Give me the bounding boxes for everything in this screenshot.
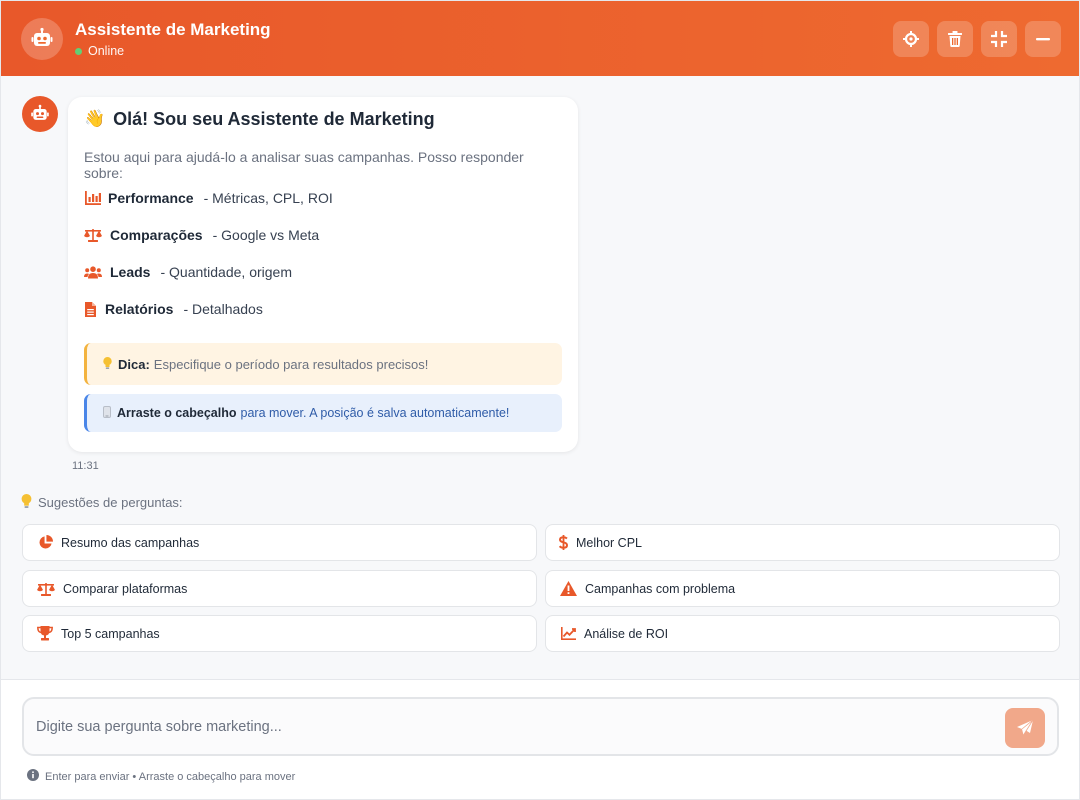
robot-avatar — [21, 17, 63, 60]
dollar-icon — [558, 535, 568, 551]
balance-scale-icon — [37, 581, 55, 597]
trash-icon — [948, 30, 962, 47]
compress-icon — [991, 30, 1007, 47]
line-chart-icon — [560, 626, 576, 642]
phone-icon — [103, 405, 111, 421]
warning-icon — [560, 581, 577, 597]
bar-chart-icon — [84, 189, 102, 207]
trophy-icon — [37, 626, 53, 642]
topic-reports: Relatórios - Detalhados — [84, 299, 263, 319]
chat-header[interactable]: Assistente de Marketing Online — [1, 1, 1079, 76]
tip-callout: Dica: Especifique o período para resulta… — [84, 343, 562, 385]
status-text: Online — [88, 44, 125, 58]
suggestion-problem-campaigns[interactable]: Campanhas com problema — [545, 570, 1060, 607]
status-indicator: Online — [75, 44, 271, 58]
suggestion-label: Resumo das campanhas — [61, 535, 200, 550]
message-intro: Estou aqui para ajudá-lo a analisar suas… — [84, 149, 524, 181]
topic-desc: - Quantidade, origem — [160, 264, 292, 280]
suggestion-roi-analysis[interactable]: Análise de ROI — [545, 615, 1060, 652]
tip-text: Especifique o período para resultados pr… — [153, 356, 429, 372]
chat-window: Assistente de Marketing Online 👋 Olá! So… — [0, 0, 1080, 800]
suggestion-label: Melhor CPL — [576, 535, 642, 550]
wave-emoji-icon: 👋 — [84, 109, 106, 128]
suggestion-label: Comparar plataformas — [63, 581, 188, 596]
suggestion-label: Top 5 campanhas — [61, 626, 160, 641]
suggestion-best-cpl[interactable]: Melhor CPL — [545, 524, 1060, 561]
online-dot-icon — [75, 47, 82, 55]
minus-icon — [1036, 37, 1050, 40]
message-input-wrapper — [22, 697, 1059, 756]
topic-desc: - Google vs Meta — [212, 227, 320, 243]
message-timestamp: 11:31 — [72, 460, 99, 472]
clear-chat-button[interactable] — [937, 20, 973, 57]
paper-plane-icon — [1017, 720, 1033, 736]
message-input[interactable] — [36, 699, 996, 754]
suggestions-heading-text: Sugestões de perguntas: — [38, 495, 183, 510]
topic-name: Performance — [108, 190, 194, 206]
balance-scale-icon — [84, 226, 102, 244]
input-area: Enter para enviar • Arraste o cabeçalho … — [1, 679, 1079, 799]
drag-hint-text: para mover. A posição é salva automatica… — [240, 406, 510, 420]
robot-icon — [31, 27, 53, 46]
drag-hint-callout: Arraste o cabeçalho para mover. A posiçã… — [84, 394, 562, 432]
suggestion-label: Campanhas com problema — [585, 581, 736, 596]
users-icon — [84, 263, 102, 281]
suggestion-compare-platforms[interactable]: Comparar plataformas — [22, 570, 537, 607]
input-hint: Enter para enviar • Arraste o cabeçalho … — [27, 769, 295, 784]
tip-label: Dica: — [118, 356, 150, 372]
info-icon — [27, 769, 39, 784]
bot-message-bubble: 👋 Olá! Sou seu Assistente de Marketing E… — [68, 97, 578, 452]
crosshair-icon — [903, 30, 919, 47]
suggestion-label: Análise de ROI — [584, 626, 669, 641]
topic-name: Comparações — [110, 227, 203, 243]
suggestions-heading: Sugestões de perguntas: — [21, 494, 183, 511]
bot-avatar — [22, 96, 58, 132]
topic-name: Leads — [110, 264, 151, 280]
send-button[interactable] — [1005, 708, 1045, 748]
robot-icon — [31, 104, 49, 120]
topic-comparisons: Comparações - Google vs Meta — [84, 225, 319, 245]
compress-button[interactable] — [981, 20, 1017, 57]
locate-button[interactable] — [893, 20, 929, 57]
message-title-text: Olá! Sou seu Assistente de Marketing — [113, 108, 435, 129]
minimize-button[interactable] — [1025, 20, 1061, 57]
lightbulb-icon — [103, 356, 112, 372]
assistant-title: Assistente de Marketing — [75, 20, 271, 39]
lightbulb-icon — [21, 494, 32, 511]
input-hint-text: Enter para enviar • Arraste o cabeçalho … — [45, 770, 296, 783]
topic-desc: - Métricas, CPL, ROI — [203, 190, 333, 206]
topic-leads: Leads - Quantidade, origem — [84, 262, 292, 282]
suggestion-campaign-summary[interactable]: Resumo das campanhas — [22, 524, 537, 561]
pie-chart-icon — [37, 535, 53, 551]
suggestion-top-5[interactable]: Top 5 campanhas — [22, 615, 537, 652]
drag-hint-label: Arraste o cabeçalho — [117, 406, 237, 420]
file-icon — [84, 300, 96, 318]
message-title: 👋 Olá! Sou seu Assistente de Marketing — [84, 109, 562, 129]
topic-performance: Performance - Métricas, CPL, ROI — [84, 188, 333, 208]
topic-name: Relatórios — [105, 301, 174, 317]
topic-desc: - Detalhados — [183, 301, 263, 317]
